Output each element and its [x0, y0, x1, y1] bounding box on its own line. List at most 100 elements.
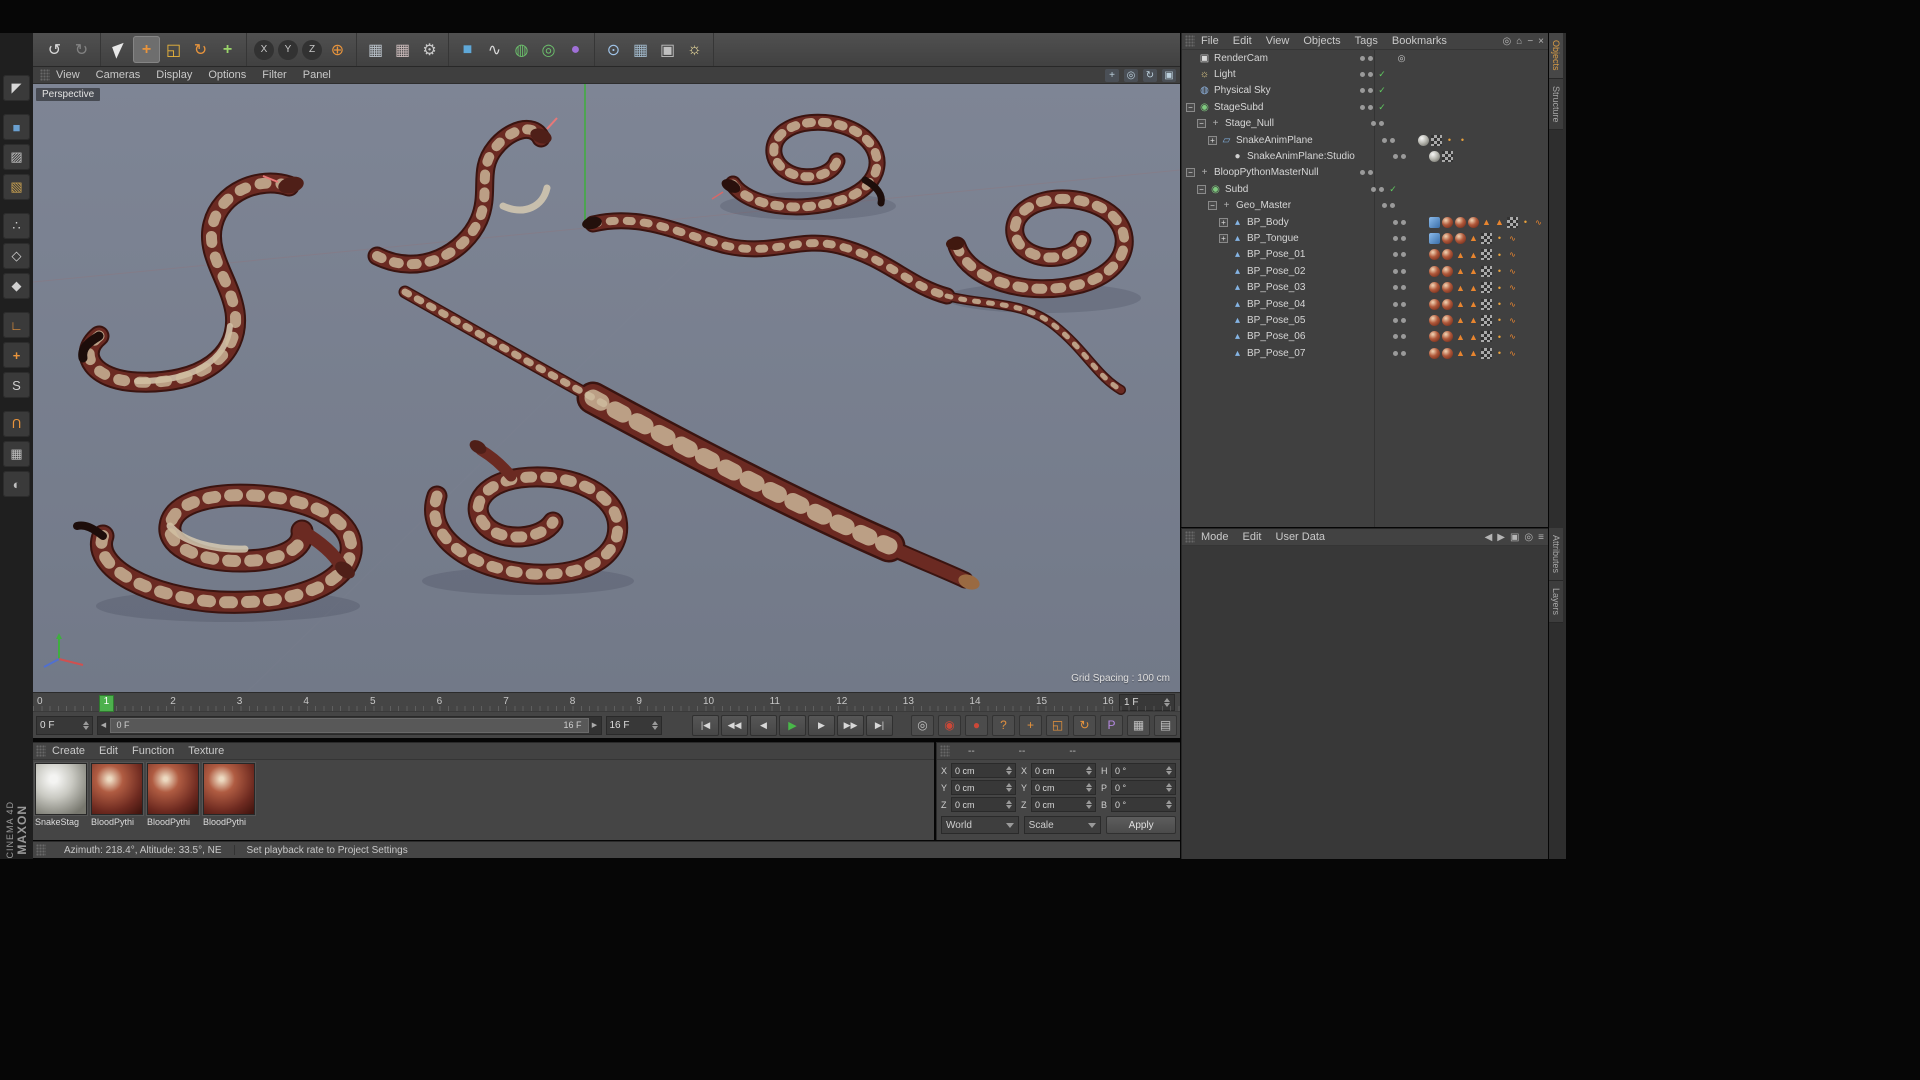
tri-tag-icon[interactable]: ▲	[1468, 249, 1479, 260]
nav-forward-icon[interactable]: ▶	[1497, 532, 1505, 543]
coord-value-input[interactable]: 0 cm	[951, 763, 1016, 778]
om-menu-edit[interactable]: Edit	[1233, 35, 1252, 47]
tri-tag-icon[interactable]: ▲	[1468, 282, 1479, 293]
uv-tag-icon[interactable]	[1429, 232, 1440, 244]
object-row-SnakeAnimPlane:Studio[interactable]: ● SnakeAnimPlane:Studio	[1182, 148, 1548, 164]
rotate-view-icon[interactable]: ↻	[1143, 69, 1157, 82]
dot-tag-icon[interactable]: •	[1494, 315, 1505, 326]
panel-grip[interactable]	[1185, 531, 1195, 543]
object-row-BP_Pose_04[interactable]: ▴ BP_Pose_04 ▲ ▲ • ∿	[1182, 296, 1548, 312]
previous-key-button[interactable]: ◀◀	[721, 714, 748, 736]
table-view-icon[interactable]: ▦	[627, 36, 654, 63]
visibility-dots[interactable]	[1356, 170, 1376, 176]
mat-tag-icon[interactable]	[1455, 216, 1466, 228]
key-rotation-icon[interactable]: ↻	[1073, 714, 1096, 736]
material-item[interactable]: BloodPythi	[203, 763, 256, 827]
move-tool-icon[interactable]: +	[133, 36, 160, 63]
visibility-dots[interactable]	[1389, 317, 1409, 323]
play-button[interactable]: ▶	[779, 714, 806, 736]
nav-back-icon[interactable]: ◀	[1485, 532, 1493, 543]
value-stepper[interactable]	[1166, 763, 1172, 778]
mat-tag-icon[interactable]	[1442, 232, 1453, 244]
am-menu-mode[interactable]: Mode	[1201, 531, 1229, 543]
tri-tag-icon[interactable]: ▲	[1455, 282, 1466, 293]
render-view-icon[interactable]: ▦	[362, 36, 389, 63]
light-icon[interactable]: ☼	[681, 36, 708, 63]
object-row-BP_Tongue[interactable]: + ▴ BP_Tongue ▲ • ∿	[1182, 230, 1548, 246]
cube-primitive-icon[interactable]: ■	[454, 36, 481, 63]
current-frame-field[interactable]: 1 F	[1119, 694, 1175, 711]
snap-icon[interactable]: S	[3, 372, 30, 398]
coord-system-icon[interactable]: ⊕	[324, 36, 351, 63]
visibility-dots[interactable]	[1389, 285, 1409, 291]
panel-grip[interactable]	[1185, 35, 1195, 47]
model-mode-icon[interactable]: ■	[3, 114, 30, 140]
object-row-SnakeAnimPlane[interactable]: + ▱ SnakeAnimPlane • •	[1182, 132, 1548, 148]
pan-view-icon[interactable]: +	[1105, 69, 1119, 82]
mat-tag-icon[interactable]	[1442, 216, 1453, 228]
tri-tag-icon[interactable]: ▲	[1455, 299, 1466, 310]
visibility-dots[interactable]	[1356, 55, 1376, 61]
matg-tag-icon[interactable]	[1418, 134, 1429, 146]
wave-tag-icon[interactable]: ∿	[1507, 299, 1518, 310]
enabled-toggle[interactable]: ✓	[1387, 184, 1399, 195]
checker-tag-icon[interactable]	[1442, 151, 1453, 163]
enabled-toggle[interactable]: ✓	[1376, 69, 1388, 80]
material-item[interactable]: SnakeStag	[35, 763, 88, 827]
viewport-menu-display[interactable]: Display	[156, 69, 192, 81]
expand-icon[interactable]: +	[1219, 217, 1228, 227]
coord-value-input[interactable]: 0 cm	[1031, 763, 1096, 778]
material-menu-edit[interactable]: Edit	[99, 745, 118, 757]
range-left-arrow[interactable]: ◀	[98, 721, 110, 729]
material-item[interactable]: BloodPythi	[91, 763, 144, 827]
material-preview-sphere[interactable]	[147, 763, 199, 815]
polygons-mode-icon[interactable]: ◆	[3, 273, 30, 299]
coord-value-input[interactable]: 0 cm	[951, 780, 1016, 795]
timeline-range-slider[interactable]: ◀ 0 F 16 F ▶	[96, 715, 602, 735]
checker-tag-icon[interactable]	[1481, 331, 1492, 343]
tri-tag-icon[interactable]: ▲	[1468, 299, 1479, 310]
viewport-menu-panel[interactable]: Panel	[303, 69, 331, 81]
tri-tag-icon[interactable]: ▲	[1468, 233, 1479, 244]
last-tool-icon[interactable]: +	[214, 36, 241, 63]
render-picture-viewer-icon[interactable]: ▦	[389, 36, 416, 63]
panel-grip[interactable]	[40, 69, 50, 81]
mat-tag-icon[interactable]	[1429, 298, 1440, 310]
object-row-RenderCam[interactable]: ▣ RenderCam ◎	[1182, 50, 1548, 66]
toggle-view-icon[interactable]: ▣	[1162, 69, 1176, 82]
dot-tag-icon[interactable]: •	[1494, 249, 1505, 260]
dot-tag-icon[interactable]: •	[1494, 233, 1505, 244]
visibility-dots[interactable]	[1389, 219, 1409, 225]
scale-tool-icon[interactable]: ◱	[160, 36, 187, 63]
target-tag-icon[interactable]: ◎	[1396, 53, 1407, 64]
visibility-dots[interactable]	[1389, 268, 1409, 274]
panel-grip[interactable]	[940, 745, 950, 757]
collapse-icon[interactable]: −	[1197, 119, 1206, 129]
timeline-ruler[interactable]: 0 1 2 3 4 5 6 7 8 9 10 11 12 13 14 15 16 1 F	[33, 692, 1180, 712]
next-key-button[interactable]: ▶▶	[837, 714, 864, 736]
object-row-Light[interactable]: ☼ Light ✓	[1182, 66, 1548, 82]
value-stepper[interactable]	[1086, 763, 1092, 778]
expand-icon[interactable]: +	[1208, 135, 1217, 145]
mat-tag-icon[interactable]	[1442, 282, 1453, 294]
make-editable-icon[interactable]: ◤	[3, 75, 30, 101]
am-menu-edit[interactable]: Edit	[1243, 531, 1262, 543]
coord-value-input[interactable]: 0 cm	[1031, 797, 1096, 812]
goto-end-button[interactable]: ▶|	[866, 714, 893, 736]
zoom-view-icon[interactable]: ◎	[1124, 69, 1138, 82]
visibility-dots[interactable]	[1389, 350, 1409, 356]
rotate-tool-icon[interactable]: ↻	[187, 36, 214, 63]
previous-frame-button[interactable]: ◀	[750, 714, 777, 736]
deformer-icon[interactable]: ●	[562, 36, 589, 63]
coord-header-item[interactable]: --	[1019, 746, 1026, 757]
om-menu-tags[interactable]: Tags	[1355, 35, 1378, 47]
start-frame-stepper[interactable]	[82, 718, 89, 733]
value-stepper[interactable]	[1166, 780, 1172, 795]
coord-mode-select[interactable]: World	[941, 816, 1019, 834]
lock-y-icon[interactable]: Y	[278, 39, 298, 60]
side-tab-layers[interactable]: Layers	[1549, 581, 1563, 624]
key-position-icon[interactable]: +	[1019, 714, 1042, 736]
wave-tag-icon[interactable]: ∿	[1507, 331, 1518, 342]
material-preview-sphere[interactable]	[35, 763, 87, 815]
range-thumb[interactable]: 0 F 16 F	[109, 717, 589, 733]
